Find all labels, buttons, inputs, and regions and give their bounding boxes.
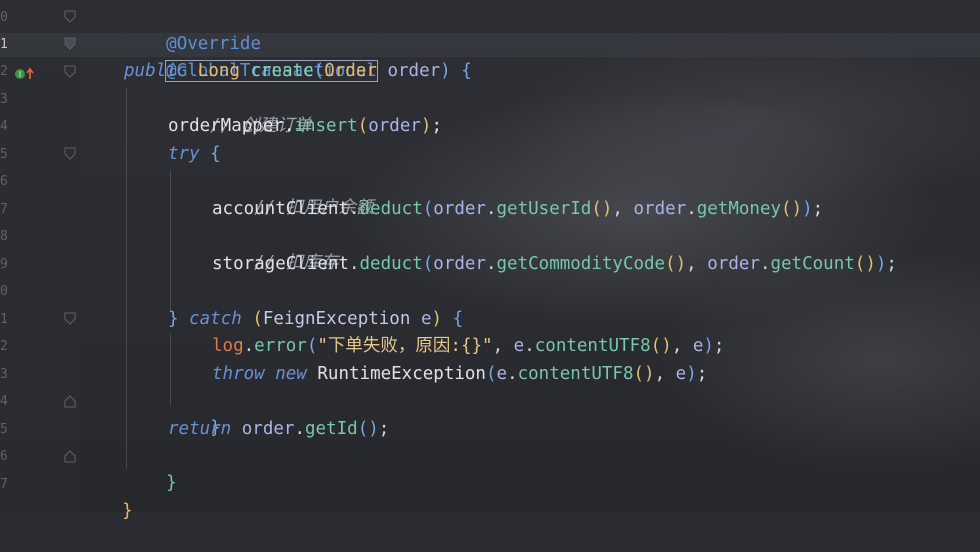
line-number: 4 bbox=[0, 394, 8, 409]
semicolon: ; bbox=[431, 116, 442, 136]
fold-marker-icon[interactable] bbox=[64, 312, 76, 326]
method-call: getCount bbox=[770, 254, 855, 274]
paren: ) bbox=[431, 309, 443, 329]
identifier: e bbox=[496, 364, 508, 384]
code-line: storageClient.deduct(order.getCommodityC… bbox=[212, 254, 897, 274]
method-call: insert bbox=[294, 116, 358, 136]
identifier: e bbox=[675, 364, 687, 384]
line-number: 2 bbox=[0, 339, 8, 354]
keyword: try bbox=[168, 144, 200, 164]
line-number: 8 bbox=[0, 229, 8, 244]
keyword: return bbox=[168, 419, 232, 439]
keyword: throw bbox=[212, 364, 265, 384]
method-call: contentUTF8 bbox=[517, 364, 634, 384]
type: RuntimeException bbox=[317, 364, 486, 384]
line-number: 5 bbox=[0, 422, 8, 437]
code-line: try { bbox=[168, 141, 221, 168]
code-line: log.error("下单失败，原因:{}", e.contentUTF8(),… bbox=[212, 336, 725, 356]
keyword: public bbox=[124, 61, 188, 81]
identifier: e bbox=[692, 336, 704, 356]
identifier: storageClient bbox=[212, 254, 349, 274]
method-call: contentUTF8 bbox=[534, 336, 651, 356]
identifier: accountClient bbox=[212, 199, 349, 219]
identifier: e bbox=[513, 336, 525, 356]
line-number: 0 bbox=[0, 284, 8, 299]
brace: } bbox=[168, 309, 179, 329]
line-number: 7 bbox=[0, 477, 8, 492]
method-call: deduct bbox=[359, 254, 423, 274]
identifier: order bbox=[368, 116, 421, 136]
param-type: Order bbox=[324, 61, 377, 81]
type: Long bbox=[197, 61, 240, 81]
fold-marker-icon[interactable] bbox=[64, 37, 76, 51]
code-line: throw new RuntimeException(e.contentUTF8… bbox=[212, 364, 708, 384]
line-number: 5 bbox=[0, 147, 8, 162]
line-number: 4 bbox=[0, 119, 8, 134]
brace: { bbox=[210, 144, 221, 164]
brace: } bbox=[166, 473, 177, 493]
line-number: 6 bbox=[0, 449, 8, 464]
identifier: e bbox=[420, 309, 432, 329]
line-number: 6 bbox=[0, 174, 8, 189]
identifier: orderMapper bbox=[168, 116, 284, 136]
line-number: 0 bbox=[0, 10, 8, 25]
fold-marker-icon[interactable] bbox=[64, 65, 76, 79]
code-line: return order.getId(); bbox=[168, 419, 390, 439]
fold-end-marker-icon[interactable] bbox=[64, 449, 76, 463]
identifier: order bbox=[433, 254, 486, 274]
string-literal: "下单失败，原因:{}" bbox=[317, 336, 493, 356]
identifier: order bbox=[633, 199, 687, 219]
line-number: 1 bbox=[0, 312, 8, 327]
identifier: order bbox=[707, 254, 760, 274]
method-call: getMoney bbox=[696, 199, 782, 219]
keyword: new bbox=[275, 364, 307, 384]
paren: ( bbox=[252, 309, 263, 329]
paren: ( bbox=[313, 61, 325, 81]
line-number: 3 bbox=[0, 367, 8, 382]
line-number: 2 bbox=[0, 64, 8, 79]
brace: { bbox=[461, 61, 472, 81]
method-call: deduct bbox=[359, 199, 423, 219]
fold-marker-icon[interactable] bbox=[64, 147, 76, 161]
paren: ) bbox=[420, 116, 432, 136]
line-number: 3 bbox=[0, 92, 8, 107]
keyword: catch bbox=[189, 309, 242, 329]
paren: ( bbox=[357, 116, 369, 136]
param-name: order bbox=[387, 61, 441, 81]
brace: } bbox=[122, 501, 133, 521]
identifier: order bbox=[433, 199, 486, 219]
method-call: getUserId bbox=[496, 199, 592, 219]
line-number: 9 bbox=[0, 257, 8, 272]
method-call: getCommodityCode bbox=[496, 254, 666, 274]
code-line: orderMapper.insert(order); bbox=[168, 113, 442, 140]
fold-marker-icon[interactable] bbox=[64, 10, 76, 24]
method-call: error bbox=[254, 336, 307, 356]
fold-end-marker-icon[interactable] bbox=[64, 394, 76, 408]
paren: ) bbox=[440, 61, 451, 81]
identifier: log bbox=[212, 336, 244, 356]
code-line: } catch (FeignException e) { bbox=[168, 306, 463, 333]
identifier: order bbox=[241, 419, 295, 439]
type: FeignException bbox=[262, 309, 411, 329]
line-number-active: 1 bbox=[0, 37, 8, 52]
code-line: public Long create(Order order) { bbox=[124, 58, 472, 85]
code-line: accountClient.deduct(order.getUserId(), … bbox=[212, 199, 824, 219]
method-name: create bbox=[250, 61, 314, 81]
brace: { bbox=[452, 309, 464, 329]
line-number: 7 bbox=[0, 202, 8, 217]
method-call: getId bbox=[305, 419, 358, 439]
dot: . bbox=[283, 116, 295, 136]
